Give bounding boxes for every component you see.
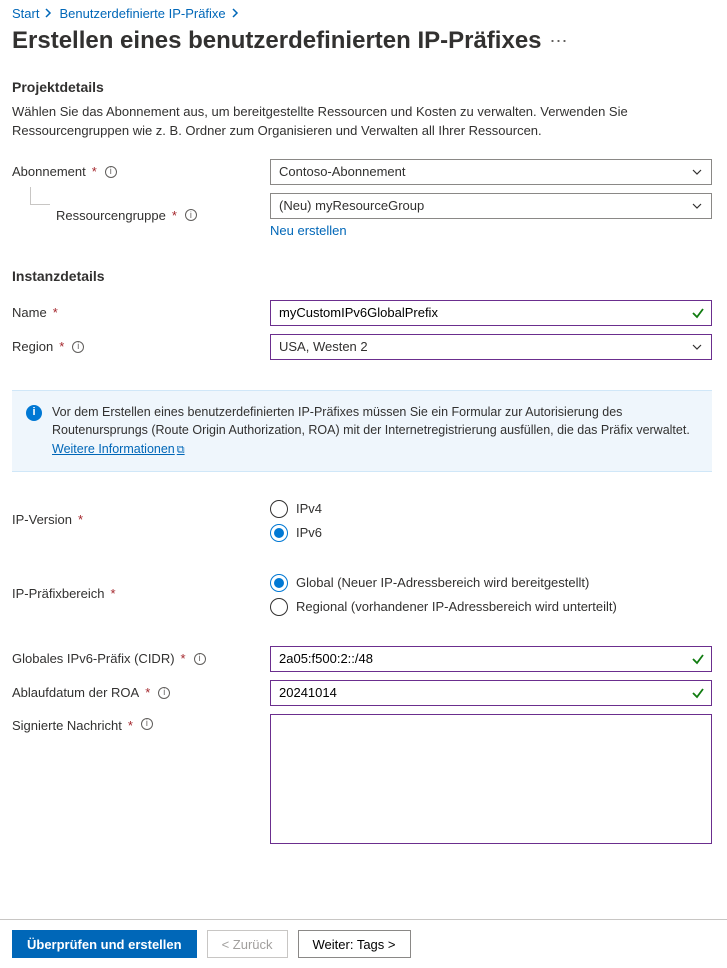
label-global-ipv6-prefix: Globales IPv6-Präfix (CIDR) * i — [12, 646, 262, 672]
back-button[interactable]: < Zurück — [207, 930, 288, 958]
section-heading-instance: Instanzdetails — [12, 268, 712, 284]
info-solid-icon: i — [26, 405, 42, 421]
check-icon — [691, 686, 705, 700]
breadcrumb-home[interactable]: Start — [12, 6, 39, 21]
chevron-down-icon — [691, 341, 703, 353]
roa-info-text: Vor dem Erstellen eines benutzerdefinier… — [52, 403, 698, 459]
label-global-ipv6-prefix-text: Globales IPv6-Präfix (CIDR) — [12, 651, 175, 666]
radio-label: IPv4 — [296, 501, 322, 516]
subscription-dropdown[interactable]: Contoso-Abonnement — [270, 159, 712, 185]
radio-label: Regional (vorhandener IP-Adressbereich w… — [296, 599, 617, 614]
global-ipv6-prefix-field[interactable] — [279, 651, 703, 666]
create-new-resource-group-link[interactable]: Neu erstellen — [270, 223, 347, 238]
info-icon[interactable]: i — [105, 166, 117, 178]
roa-expiry-field[interactable] — [279, 685, 703, 700]
global-ipv6-prefix-input[interactable] — [270, 646, 712, 672]
info-icon[interactable]: i — [185, 209, 197, 221]
signed-message-field[interactable] — [279, 721, 703, 837]
review-create-button[interactable]: Überprüfen und erstellen — [12, 930, 197, 958]
label-region-text: Region — [12, 339, 53, 354]
next-tags-button[interactable]: Weiter: Tags > — [298, 930, 411, 958]
breadcrumb-item-custom-ip-prefixes[interactable]: Benutzerdefinierte IP-Präfixe — [59, 6, 225, 21]
required-icon: * — [145, 685, 150, 700]
label-name: Name * — [12, 300, 262, 326]
check-icon — [691, 306, 705, 320]
required-icon: * — [78, 512, 83, 527]
required-icon: * — [181, 651, 186, 666]
more-actions-icon[interactable]: ⋯ — [550, 32, 569, 50]
radio-label: Global (Neuer IP-Adressbereich wird bere… — [296, 575, 589, 590]
label-subscription: Abonnement * i — [12, 159, 262, 185]
name-input[interactable] — [270, 300, 712, 326]
radio-icon — [270, 500, 288, 518]
radio-selected-icon — [270, 574, 288, 592]
radio-icon — [270, 598, 288, 616]
label-resource-group: Ressourcengruppe * i — [12, 193, 262, 238]
check-icon — [691, 652, 705, 666]
label-resource-group-text: Ressourcengruppe — [56, 208, 166, 223]
ip-prefix-range-radio-group: Global (Neuer IP-Adressbereich wird bere… — [270, 572, 712, 616]
subscription-value: Contoso-Abonnement — [279, 164, 405, 179]
info-icon[interactable]: i — [72, 341, 84, 353]
chevron-down-icon — [691, 166, 703, 178]
chevron-down-icon — [691, 200, 703, 212]
label-ip-version: IP-Version * — [12, 498, 262, 542]
required-icon: * — [110, 586, 115, 601]
required-icon: * — [59, 339, 64, 354]
radio-label: IPv6 — [296, 525, 322, 540]
page-title: Erstellen eines benutzerdefinierten IP-P… — [12, 27, 542, 55]
required-icon: * — [53, 305, 58, 320]
ip-version-radio-group: IPv4 IPv6 — [270, 498, 712, 542]
ip-version-ipv6-radio[interactable]: IPv6 — [270, 524, 712, 542]
section-heading-project: Projektdetails — [12, 79, 715, 95]
label-roa-expiry: Ablaufdatum der ROA * i — [12, 680, 262, 706]
label-signed-message-text: Signierte Nachricht — [12, 718, 122, 733]
label-region: Region * i — [12, 334, 262, 360]
label-roa-expiry-text: Ablaufdatum der ROA — [12, 685, 139, 700]
ip-prefix-range-global-radio[interactable]: Global (Neuer IP-Adressbereich wird bere… — [270, 574, 712, 592]
name-input-field[interactable] — [279, 305, 703, 320]
resource-group-value: (Neu) myResourceGroup — [279, 198, 424, 213]
roa-info-message: Vor dem Erstellen eines benutzerdefinier… — [52, 405, 690, 438]
roa-info-box: i Vor dem Erstellen eines benutzerdefini… — [12, 390, 712, 472]
tree-connector-icon — [30, 187, 50, 205]
roa-learn-more-link[interactable]: Weitere Informationen⧉ — [52, 442, 185, 456]
section-description-project: Wählen Sie das Abonnement aus, um bereit… — [12, 103, 652, 141]
info-icon[interactable]: i — [194, 653, 206, 665]
signed-message-textarea[interactable] — [270, 714, 712, 844]
external-link-icon: ⧉ — [177, 444, 185, 456]
region-dropdown[interactable]: USA, Westen 2 — [270, 334, 712, 360]
label-name-text: Name — [12, 305, 47, 320]
resource-group-dropdown[interactable]: (Neu) myResourceGroup — [270, 193, 712, 219]
chevron-right-icon — [45, 6, 53, 21]
label-ip-version-text: IP-Version — [12, 512, 72, 527]
label-signed-message: Signierte Nachricht * i — [12, 714, 262, 844]
required-icon: * — [92, 164, 97, 179]
label-ip-prefix-range-text: IP-Präfixbereich — [12, 586, 104, 601]
info-icon[interactable]: i — [141, 718, 153, 730]
label-subscription-text: Abonnement — [12, 164, 86, 179]
breadcrumb: Start Benutzerdefinierte IP-Präfixe — [12, 6, 715, 21]
ip-version-ipv4-radio[interactable]: IPv4 — [270, 500, 712, 518]
info-icon[interactable]: i — [158, 687, 170, 699]
radio-selected-icon — [270, 524, 288, 542]
roa-expiry-input[interactable] — [270, 680, 712, 706]
chevron-right-icon — [232, 6, 240, 21]
wizard-footer: Überprüfen und erstellen < Zurück Weiter… — [0, 919, 727, 968]
required-icon: * — [128, 718, 133, 733]
region-value: USA, Westen 2 — [279, 339, 368, 354]
ip-prefix-range-regional-radio[interactable]: Regional (vorhandener IP-Adressbereich w… — [270, 598, 712, 616]
required-icon: * — [172, 208, 177, 223]
label-ip-prefix-range: IP-Präfixbereich * — [12, 572, 262, 616]
